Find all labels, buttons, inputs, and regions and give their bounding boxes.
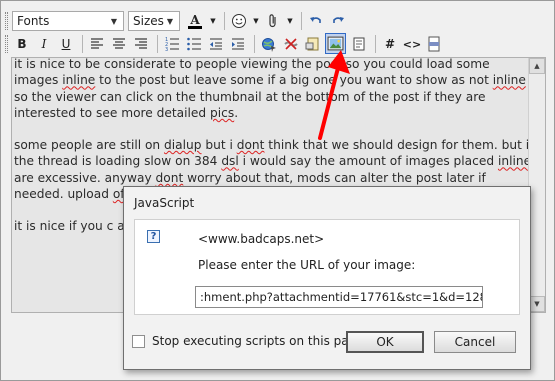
remove-link-icon[interactable] — [281, 34, 301, 54]
dialog-title: JavaScript — [134, 196, 195, 210]
underline-button[interactable]: U — [56, 34, 76, 54]
align-left-icon[interactable] — [87, 34, 107, 54]
javascript-prompt-dialog: JavaScript ? <www.badcaps.net> Please en… — [123, 186, 531, 370]
ordered-list-icon[interactable]: 123 — [162, 34, 182, 54]
misspelled-word: inline — [492, 73, 526, 88]
toolbar-separator — [375, 35, 376, 53]
smiley-icon[interactable] — [229, 11, 249, 31]
redo-icon[interactable] — [328, 11, 348, 31]
size-select[interactable]: Sizes ▼ — [128, 11, 180, 31]
chevron-down-icon[interactable]: ▼ — [251, 11, 261, 31]
align-right-icon[interactable] — [131, 34, 151, 54]
dialog-prompt: Please enter the URL of your image: — [198, 258, 416, 272]
misspelled-word: dsl — [221, 154, 239, 169]
insert-link-icon[interactable] — [259, 34, 279, 54]
chevron-down-icon[interactable]: ▼ — [208, 11, 218, 31]
code-button[interactable]: <> — [402, 34, 422, 54]
outdent-icon[interactable] — [206, 34, 226, 54]
text-run: to the post but leave some — [95, 73, 264, 88]
text-run: it is nice if you c — [14, 219, 114, 234]
dialog-origin: <www.badcaps.net> — [198, 232, 325, 246]
text-run: if — [263, 73, 276, 88]
dialog-panel: ? <www.badcaps.net> Please enter the URL… — [134, 219, 520, 315]
toolbar-separator — [254, 35, 255, 53]
bold-button[interactable]: B — [12, 34, 32, 54]
font-select-value: Fonts — [17, 14, 50, 28]
ok-button[interactable]: OK — [346, 331, 424, 353]
misspelled-word: inline — [497, 154, 532, 169]
text-run: i would say the amount of images placed — [238, 154, 498, 169]
php-icon[interactable] — [424, 34, 444, 54]
chevron-down-icon: ▼ — [166, 16, 174, 26]
toolbar-separator — [301, 12, 302, 30]
misspelled-word: inline — [62, 73, 96, 88]
svg-text:3: 3 — [165, 47, 168, 52]
unordered-list-icon[interactable] — [184, 34, 204, 54]
attachment-icon[interactable] — [263, 11, 283, 31]
font-color-letter: A — [190, 12, 200, 27]
font-color-swatch — [188, 25, 202, 29]
misspelled-word: dont — [155, 170, 184, 185]
question-icon: ? — [147, 230, 160, 243]
text-run: upload — [63, 187, 113, 202]
hash-button[interactable]: # — [380, 34, 400, 54]
scroll-up-icon[interactable]: ▲ — [529, 58, 545, 74]
red-arrow-annotation — [318, 50, 350, 140]
toolbar-separator — [224, 12, 225, 30]
text-run: are excessive. anyway — [14, 170, 156, 185]
toolbar-separator — [82, 35, 83, 53]
toolbar-grip[interactable] — [5, 35, 8, 53]
misspelled-word: dialup — [164, 138, 202, 153]
text-run: worry about that, mods can alter the pos… — [183, 170, 462, 185]
toolbar-row-2: B I U 123 # <> — [3, 32, 446, 56]
toolbar-grip[interactable] — [5, 12, 8, 30]
undo-icon[interactable] — [306, 11, 326, 31]
italic-button[interactable]: I — [34, 34, 54, 54]
text-run: so the viewer can click on the thumbnail… — [14, 89, 486, 120]
align-center-icon[interactable] — [109, 34, 129, 54]
size-select-value: Sizes — [133, 14, 164, 28]
misspelled-word: dont — [236, 138, 265, 153]
stop-scripts-label: Stop executing scripts on this page — [152, 334, 364, 348]
chevron-down-icon: ▼ — [110, 16, 118, 26]
font-select[interactable]: Fonts ▼ — [12, 11, 124, 31]
text-run: some people are still on — [14, 138, 165, 153]
text-run: but i — [201, 138, 237, 153]
editor-paragraph: it is nice to be considerate to people v… — [14, 58, 534, 121]
toolbar-row-1: Fonts ▼ Sizes ▼ A ▼ ▼ ▼ — [3, 9, 350, 33]
font-color-button[interactable]: A — [184, 11, 206, 31]
chevron-down-icon[interactable]: ▼ — [285, 11, 295, 31]
indent-icon[interactable] — [228, 34, 248, 54]
url-input[interactable]: :hment.php?attachmentid=17761&stc=1&d=12… — [195, 286, 483, 308]
misspelled-word: pics — [210, 105, 235, 120]
toolbar-separator — [157, 35, 158, 53]
cancel-button[interactable]: Cancel — [434, 331, 516, 353]
stop-scripts-checkbox[interactable] — [132, 335, 145, 348]
text-run: . — [234, 105, 239, 120]
scroll-down-icon[interactable]: ▼ — [529, 296, 545, 312]
